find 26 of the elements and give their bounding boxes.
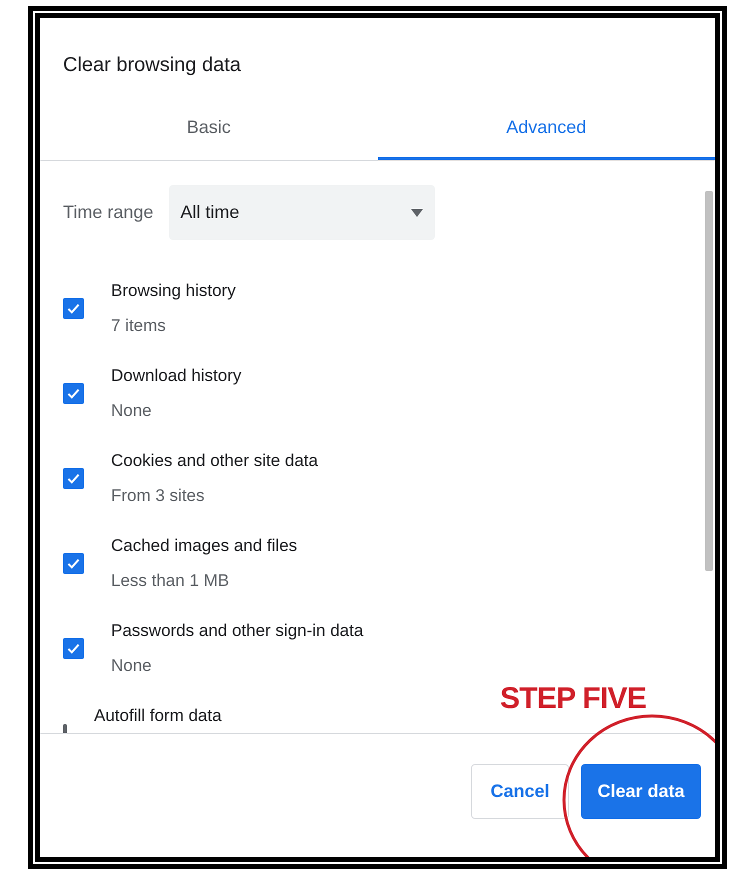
option-label: Passwords and other sign-in data	[111, 620, 364, 642]
option-label: Cached images and files	[111, 535, 298, 557]
option-detail: None	[111, 655, 153, 677]
annotation-text: STEP FIVE	[500, 681, 646, 717]
clear-data-button[interactable]: Clear data	[581, 764, 701, 819]
time-range-label: Time range	[63, 201, 154, 224]
option-label: Browsing history	[111, 280, 236, 302]
option-label: Download history	[111, 365, 242, 387]
tab[interactable]: Basic	[40, 98, 378, 160]
cancel-button[interactable]: Cancel	[471, 764, 569, 819]
scrollbar[interactable]	[705, 191, 713, 571]
checkbox[interactable]	[63, 468, 84, 489]
checkbox[interactable]	[63, 383, 84, 404]
dropdown-caret-icon	[411, 208, 424, 216]
option-detail: None	[111, 400, 153, 422]
option-detail: From 3 sites	[111, 485, 206, 507]
option-detail: Less than 1 MB	[111, 570, 230, 592]
checkbox[interactable]	[63, 638, 84, 659]
option-label: Autofill form data	[94, 705, 222, 727]
checkbox[interactable]	[63, 553, 84, 574]
time-range-dropdown[interactable]: All time	[169, 185, 436, 240]
tab[interactable]: Advanced	[378, 98, 715, 160]
option-detail: 7 items	[111, 315, 167, 337]
dialog-title: Clear browsing data	[62, 53, 242, 78]
option-label: Cookies and other site data	[111, 450, 318, 472]
checkbox[interactable]	[63, 298, 84, 319]
